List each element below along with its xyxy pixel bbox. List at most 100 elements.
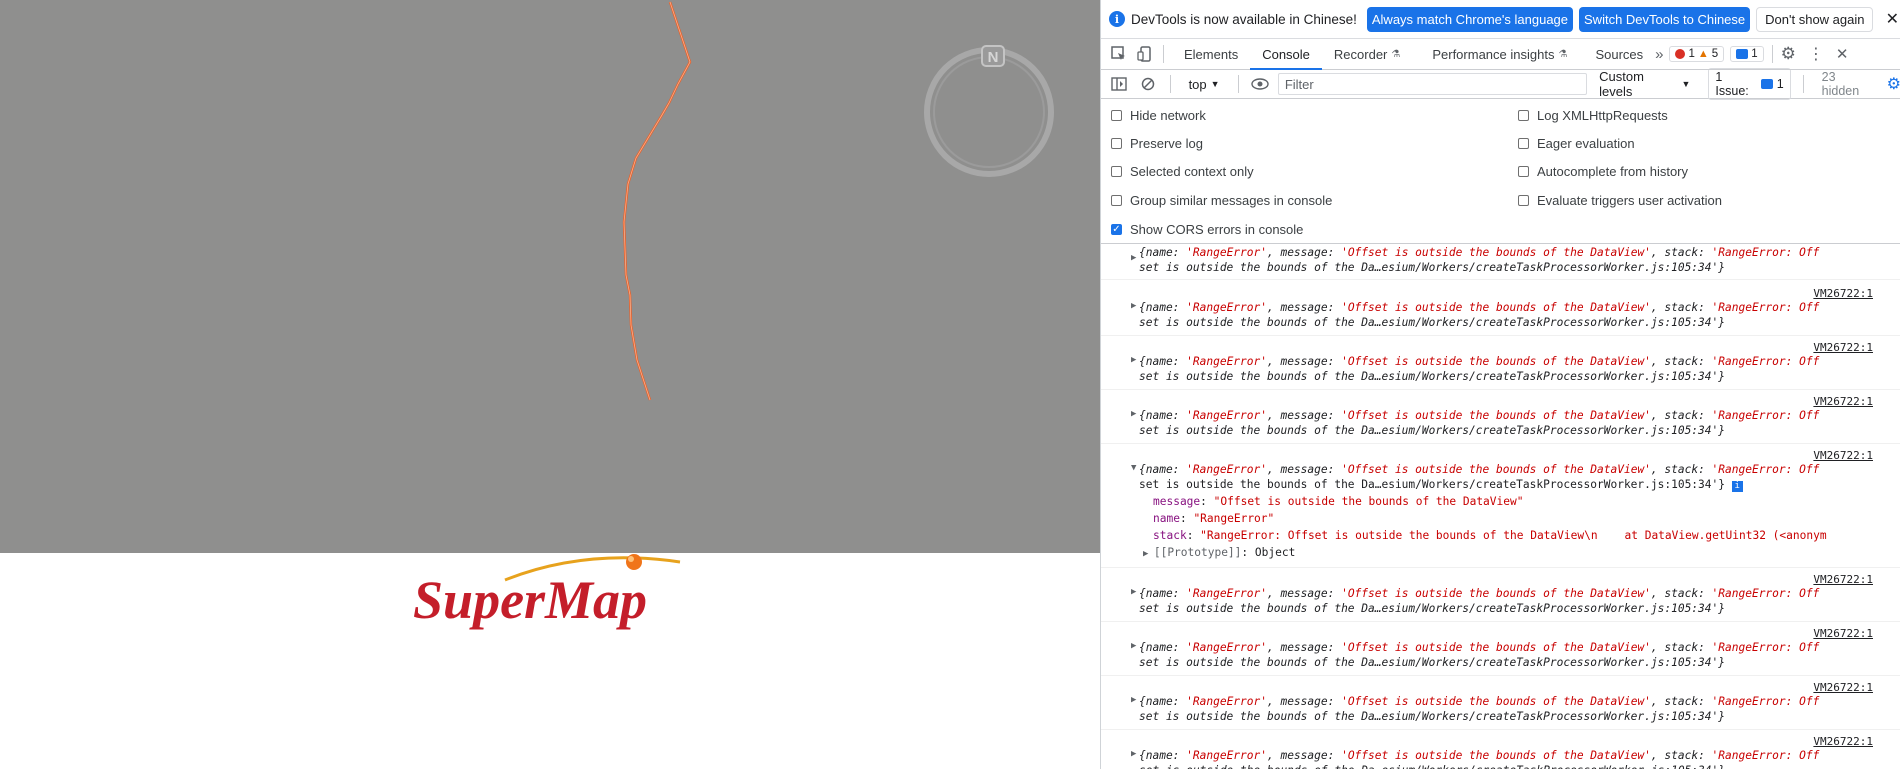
- log-line-1: {name: 'RangeError', message: 'Offset is…: [1139, 695, 1820, 708]
- autocomplete-history-checkbox[interactable]: Autocomplete from history: [1518, 164, 1688, 179]
- source-link[interactable]: VM26722:1: [1813, 735, 1873, 748]
- console-settings-gear-icon[interactable]: ⚙: [1887, 74, 1900, 94]
- checkbox-label: Evaluate triggers user activation: [1537, 193, 1722, 208]
- language-infobar: i DevTools is now available in Chinese! …: [1101, 0, 1900, 39]
- context-selector[interactable]: top ▼: [1183, 77, 1226, 92]
- log-entry[interactable]: VM26722:1 ▶ {name: 'RangeError', message…: [1101, 731, 1900, 769]
- log-line-2: set is outside the bounds of the Da…esiu…: [1139, 316, 1725, 329]
- log-entry[interactable]: VM26722:1 ▶ {name: 'RangeError', message…: [1101, 569, 1900, 622]
- hidden-messages-count: 23 hidden: [1821, 70, 1860, 98]
- tab-console[interactable]: Console: [1250, 39, 1322, 70]
- tab-performance-insights[interactable]: Performance insights ⚗: [1420, 39, 1579, 69]
- tab-sources[interactable]: Sources: [1583, 39, 1655, 69]
- live-expression-eye-icon[interactable]: [1251, 74, 1270, 94]
- checkbox-label: Group similar messages in console: [1130, 193, 1333, 208]
- log-entry[interactable]: VM26722:1 ▶ {name: 'RangeError', message…: [1101, 337, 1900, 390]
- checkbox-box[interactable]: [1518, 166, 1529, 177]
- checkbox-box[interactable]: [1111, 166, 1122, 177]
- preserve-log-checkbox[interactable]: Preserve log: [1111, 136, 1203, 151]
- error-count: 1: [1688, 48, 1695, 60]
- checkbox-label: Show CORS errors in console: [1130, 222, 1304, 237]
- inspect-element-icon[interactable]: [1109, 44, 1129, 64]
- checkbox-box[interactable]: [1111, 195, 1122, 206]
- source-link[interactable]: VM26722:1: [1813, 573, 1873, 586]
- expand-arrow-icon[interactable]: ▶: [1131, 409, 1136, 419]
- error-warning-badge[interactable]: 1 ▲ 5: [1669, 46, 1725, 62]
- info-icon: i: [1109, 11, 1125, 27]
- expand-arrow-icon[interactable]: ▶: [1131, 355, 1136, 365]
- expand-arrow-icon[interactable]: ▶: [1131, 695, 1136, 705]
- sidebar-toggle-icon[interactable]: [1109, 74, 1128, 94]
- checkbox-box[interactable]: [1518, 138, 1529, 149]
- separator: [1237, 75, 1239, 93]
- clear-console-icon[interactable]: [1138, 74, 1157, 94]
- collapse-arrow-icon[interactable]: ▼: [1131, 463, 1136, 473]
- source-link[interactable]: VM26722:1: [1813, 681, 1873, 694]
- checkbox-box[interactable]: [1518, 195, 1529, 206]
- log-line-2: set is outside the bounds of the Da…esiu…: [1139, 370, 1725, 383]
- console-log[interactable]: ▶ {name: 'RangeError', message: 'Offset …: [1101, 241, 1900, 769]
- checkbox-box[interactable]: [1518, 110, 1529, 121]
- warning-icon: ▲: [1697, 48, 1709, 60]
- source-link[interactable]: VM26722:1: [1813, 341, 1873, 354]
- expand-arrow-icon[interactable]: ▶: [1131, 587, 1136, 597]
- log-entry[interactable]: VM26722:1 ▶ {name: 'RangeError', message…: [1101, 677, 1900, 730]
- prop-message: message: "Offset is outside the bounds o…: [1153, 495, 1524, 508]
- show-cors-errors-checkbox[interactable]: ✓ Show CORS errors in console: [1111, 222, 1303, 237]
- map-canvas[interactable]: N: [0, 0, 1100, 553]
- log-entry[interactable]: VM26722:1 ▶ {name: 'RangeError', message…: [1101, 391, 1900, 444]
- page-viewport: N SuperMap: [0, 0, 1100, 769]
- source-link[interactable]: VM26722:1: [1813, 395, 1873, 408]
- eager-evaluation-checkbox[interactable]: Eager evaluation: [1518, 136, 1635, 151]
- hide-network-checkbox[interactable]: Hide network: [1111, 108, 1206, 123]
- messages-badge[interactable]: 1: [1730, 46, 1764, 62]
- log-entry-expanded[interactable]: VM26722:1 ▼ {name: 'RangeError', message…: [1101, 445, 1900, 568]
- settings-gear-icon[interactable]: ⚙: [1781, 44, 1796, 64]
- separator: [1163, 45, 1164, 63]
- compass-north-label: N: [988, 49, 999, 66]
- checkbox-box-checked[interactable]: ✓: [1111, 224, 1122, 235]
- issues-label: 1 Issue:: [1715, 70, 1749, 98]
- expand-arrow-icon[interactable]: ▶: [1131, 301, 1136, 311]
- prop-prototype[interactable]: ▶ [[Prototype]]: Object: [1143, 546, 1295, 559]
- selected-context-only-checkbox[interactable]: Selected context only: [1111, 164, 1254, 179]
- dont-show-again-button[interactable]: Don't show again: [1756, 6, 1874, 32]
- expand-arrow-icon[interactable]: ▶: [1131, 641, 1136, 651]
- log-line-1: {name: 'RangeError', message: 'Offset is…: [1139, 641, 1820, 654]
- separator: [1169, 75, 1171, 93]
- close-devtools-icon[interactable]: ✕: [1836, 45, 1849, 63]
- expand-arrow-icon[interactable]: ▶: [1131, 749, 1136, 759]
- more-tabs-icon[interactable]: »: [1655, 46, 1663, 63]
- switch-to-chinese-button[interactable]: Switch DevTools to Chinese: [1579, 6, 1751, 32]
- log-line-1: {name: 'RangeError', message: 'Offset is…: [1139, 463, 1820, 476]
- checkbox-box[interactable]: [1111, 138, 1122, 149]
- source-link[interactable]: VM26722:1: [1813, 627, 1873, 640]
- tab-elements[interactable]: Elements: [1172, 39, 1250, 69]
- kebab-menu-icon[interactable]: ⋮: [1808, 44, 1824, 64]
- evaluate-triggers-checkbox[interactable]: Evaluate triggers user activation: [1518, 193, 1722, 208]
- log-entry[interactable]: ▶ {name: 'RangeError', message: 'Offset …: [1101, 241, 1900, 280]
- expand-arrow-icon[interactable]: ▶: [1131, 253, 1136, 263]
- info-icon[interactable]: i: [1731, 481, 1743, 492]
- issues-count: 1: [1776, 77, 1784, 91]
- filter-input[interactable]: Filter: [1277, 73, 1588, 95]
- log-xhr-checkbox[interactable]: Log XMLHttpRequests: [1518, 108, 1668, 123]
- log-entry[interactable]: VM26722:1 ▶ {name: 'RangeError', message…: [1101, 283, 1900, 336]
- checkbox-label: Log XMLHttpRequests: [1537, 108, 1668, 123]
- log-entry[interactable]: VM26722:1 ▶ {name: 'RangeError', message…: [1101, 623, 1900, 676]
- source-link[interactable]: VM26722:1: [1813, 449, 1873, 462]
- prop-stack: stack: "RangeError: Offset is outside th…: [1153, 529, 1827, 542]
- infobar-message: DevTools is now available in Chinese!: [1131, 11, 1357, 27]
- always-match-language-button[interactable]: Always match Chrome's language: [1366, 6, 1574, 32]
- checkbox-label: Selected context only: [1130, 164, 1254, 179]
- source-link[interactable]: VM26722:1: [1813, 287, 1873, 300]
- supermap-logo: SuperMap: [405, 550, 705, 640]
- log-levels-dropdown[interactable]: Custom levels ▼: [1599, 69, 1690, 99]
- close-infobar-icon[interactable]: ✕: [1886, 9, 1899, 29]
- issues-button[interactable]: 1 Issue: 1: [1708, 68, 1791, 100]
- device-toolbar-icon[interactable]: [1135, 44, 1155, 64]
- compass-widget[interactable]: N: [924, 45, 1054, 177]
- group-similar-checkbox[interactable]: Group similar messages in console: [1111, 193, 1332, 208]
- checkbox-box[interactable]: [1111, 110, 1122, 121]
- tab-recorder[interactable]: Recorder ⚗: [1322, 39, 1412, 69]
